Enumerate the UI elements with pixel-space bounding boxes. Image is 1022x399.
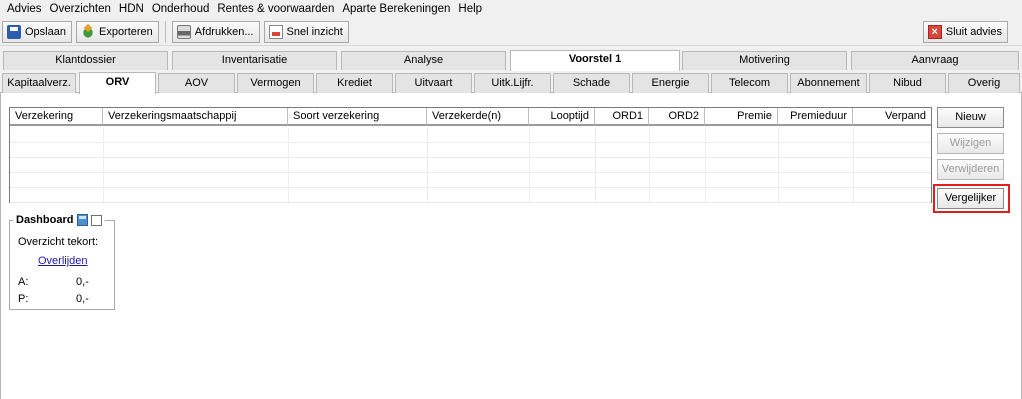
- column-divider: [778, 128, 779, 202]
- column-verzekering[interactable]: Verzekering: [10, 108, 103, 125]
- export-label: Exporteren: [98, 26, 153, 38]
- menu-bar: Advies Overzichten HDN Onderhoud Rentes …: [0, 0, 1022, 18]
- tab-kapitaalverz[interactable]: Kapitaalverz.: [2, 73, 76, 93]
- menu-aparte-berekeningen[interactable]: Aparte Berekeningen: [338, 0, 454, 18]
- table-row: [10, 158, 931, 173]
- tab-uitk-lijfr[interactable]: Uitk.Lijfr.: [474, 73, 551, 93]
- quick-view-button[interactable]: Snel inzicht: [263, 21, 349, 43]
- table-row: [10, 188, 931, 203]
- tab-vermogen[interactable]: Vermogen: [237, 73, 314, 93]
- menu-hdn[interactable]: HDN: [115, 0, 148, 18]
- tab-uitvaart[interactable]: Uitvaart: [395, 73, 472, 93]
- tab-analyse[interactable]: Analyse: [341, 51, 506, 70]
- column-verzekerden[interactable]: Verzekerde(n): [427, 108, 529, 125]
- column-divider: [529, 128, 530, 202]
- tab-telecom[interactable]: Telecom: [711, 73, 788, 93]
- menu-advies[interactable]: Advies: [3, 0, 46, 18]
- menu-rentes-voorwaarden[interactable]: Rentes & voorwaarden: [213, 0, 338, 18]
- column-divider: [853, 128, 854, 202]
- menu-overzichten[interactable]: Overzichten: [46, 0, 115, 18]
- dashboard-header: Dashboard: [13, 214, 106, 226]
- menu-onderhoud[interactable]: Onderhoud: [148, 0, 214, 18]
- quick-view-label: Snel inzicht: [286, 26, 343, 38]
- printer-icon: [176, 25, 191, 39]
- column-looptijd[interactable]: Looptijd: [529, 108, 595, 125]
- print-button[interactable]: Afdrukken...: [171, 21, 260, 43]
- tab-energie[interactable]: Energie: [632, 73, 709, 93]
- report-icon: [268, 25, 283, 39]
- grid-header: Verzekering Verzekeringsmaatschappij Soo…: [10, 108, 931, 126]
- dashboard-p-value: 0,-: [76, 293, 89, 305]
- dashboard-a-value: 0,-: [76, 276, 89, 288]
- column-divider: [595, 128, 596, 202]
- dashboard-title: Dashboard: [16, 214, 74, 226]
- tab-inventarisatie[interactable]: Inventarisatie: [172, 51, 337, 70]
- tab-orv[interactable]: ORV: [79, 72, 156, 94]
- save-label: Opslaan: [25, 26, 66, 38]
- overlijden-link[interactable]: Overlijden: [38, 255, 88, 267]
- new-button[interactable]: Nieuw: [937, 107, 1004, 128]
- column-premieduur[interactable]: Premieduur: [778, 108, 853, 125]
- column-divider: [427, 128, 428, 202]
- tab-krediet[interactable]: Krediet: [316, 73, 393, 93]
- content-panel: Verzekering Verzekeringsmaatschappij Soo…: [0, 93, 1022, 399]
- main-tab-row: Klantdossier Inventarisatie Analyse Voor…: [0, 50, 1022, 71]
- toolbar-separator: [164, 21, 166, 43]
- tab-nibud[interactable]: Nibud: [869, 73, 946, 93]
- dashboard-panel: Dashboard Overzicht tekort: Overlijden A…: [9, 214, 115, 310]
- calculator-icon[interactable]: [77, 214, 89, 226]
- column-soort-verzekering[interactable]: Soort verzekering: [288, 108, 427, 125]
- tab-motivering[interactable]: Motivering: [682, 51, 847, 70]
- menu-help[interactable]: Help: [454, 0, 486, 18]
- table-row: [10, 143, 931, 158]
- save-button[interactable]: Opslaan: [2, 21, 72, 43]
- delete-button[interactable]: Verwijderen: [937, 159, 1004, 180]
- print-label: Afdrukken...: [194, 26, 254, 38]
- column-premie[interactable]: Premie: [705, 108, 778, 125]
- tab-abonnement[interactable]: Abonnement: [790, 73, 867, 93]
- close-advice-button[interactable]: × Sluit advies: [922, 21, 1008, 43]
- column-divider: [103, 128, 104, 202]
- close-icon: ×: [927, 25, 942, 39]
- dashboard-subtitle: Overzicht tekort:: [18, 236, 99, 248]
- tab-aanvraag[interactable]: Aanvraag: [851, 51, 1019, 70]
- save-icon: [7, 25, 21, 39]
- table-row: [10, 173, 931, 188]
- column-divider: [649, 128, 650, 202]
- tab-voorstel-1[interactable]: Voorstel 1: [510, 50, 680, 71]
- tab-schade[interactable]: Schade: [553, 73, 630, 93]
- tab-aov[interactable]: AOV: [158, 73, 235, 93]
- column-ord1[interactable]: ORD1: [595, 108, 649, 125]
- tab-klantdossier[interactable]: Klantdossier: [3, 51, 168, 70]
- compare-button-highlight: [933, 184, 1010, 213]
- tab-overig[interactable]: Overig: [948, 73, 1020, 93]
- table-row: [10, 128, 931, 143]
- insurance-grid[interactable]: Verzekering Verzekeringsmaatschappij Soo…: [9, 107, 932, 203]
- dashboard-p-label: P:: [18, 293, 29, 305]
- edit-button[interactable]: Wijzigen: [937, 133, 1004, 154]
- column-ord2[interactable]: ORD2: [649, 108, 705, 125]
- dashboard-checkbox[interactable]: [91, 214, 103, 226]
- dashboard-a-label: A:: [18, 276, 29, 288]
- export-button[interactable]: Exporteren: [75, 21, 159, 43]
- column-divider: [288, 128, 289, 202]
- column-verzekeringsmaatschappij[interactable]: Verzekeringsmaatschappij: [103, 108, 288, 125]
- close-advice-label: Sluit advies: [945, 26, 1002, 38]
- toolbar: Opslaan Exporteren Afdrukken... Snel inz…: [0, 19, 1022, 46]
- column-verpand[interactable]: Verpand: [853, 108, 931, 125]
- column-divider: [705, 128, 706, 202]
- export-icon: [80, 25, 95, 39]
- sub-tab-row: Kapitaalverz. ORV AOV Vermogen Krediet U…: [0, 72, 1022, 94]
